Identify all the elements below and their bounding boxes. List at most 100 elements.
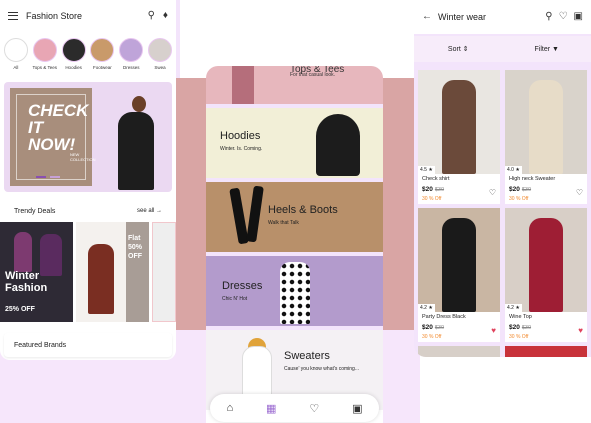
tops-model-image	[232, 66, 254, 104]
category-label: Tops & Tees	[32, 65, 57, 70]
banner-headline: CHECK IT NOW!	[28, 101, 89, 154]
filter-label: Filter	[534, 45, 551, 53]
deal-card-partial[interactable]	[152, 222, 176, 322]
product-model	[442, 80, 476, 174]
heart-filled-icon[interactable]: ♥	[491, 326, 496, 335]
menu-icon[interactable]	[8, 12, 18, 20]
price-old: $30	[434, 325, 445, 331]
banner-frame: CHECK IT NOW! NEW COLLECTION	[10, 88, 96, 186]
product-name: Party Dress Black	[422, 314, 466, 320]
list-title: Winter wear	[438, 12, 487, 22]
product-image: 4.2 ★	[418, 208, 500, 312]
carousel-dots[interactable]	[36, 176, 60, 178]
bag-icon[interactable]: ▣	[352, 402, 362, 415]
home-header: Fashion Store ⚲ ♦	[0, 0, 176, 32]
category-card-tops[interactable]: Tops & Tees For that casual look.	[206, 66, 383, 104]
trendy-deals-title: Trendy Deals	[14, 207, 56, 215]
bag-icon[interactable]: ▣	[574, 12, 583, 22]
deal-offer: 25% OFF	[5, 306, 35, 313]
rating-value: 4.5	[420, 167, 427, 173]
price-current: $20	[509, 186, 520, 193]
product-name: Check shirt	[422, 176, 450, 182]
categories-icon[interactable]: ▦	[266, 402, 276, 415]
featured-brands-header[interactable]: Featured Brands	[4, 333, 172, 357]
search-icon[interactable]: ⚲	[148, 11, 155, 21]
price-current: $20	[509, 324, 520, 331]
price-old: $30	[521, 187, 532, 193]
category-card-dresses[interactable]: Dresses Chic N' Hot	[206, 256, 383, 326]
deal-card-flat[interactable]: Flat 50% OFF	[76, 222, 149, 322]
bell-icon[interactable]: ♦	[163, 11, 168, 21]
category-item-hoodies[interactable]: Hoodies	[61, 38, 87, 70]
category-label: Hoodies	[65, 65, 82, 70]
rating-value: 4.0	[507, 167, 514, 173]
category-card-list: Tops & Tees For that casual look. Hoodie…	[206, 66, 383, 410]
deal-offer-line: OFF	[128, 253, 142, 260]
product-card[interactable]: 4.5 ★ Check shirt $20 $30 30 % Off ♡	[418, 70, 500, 204]
deal-offer-line: 50%	[128, 244, 143, 251]
carousel-dot-active[interactable]	[36, 176, 46, 178]
banner-model-image	[102, 90, 162, 190]
wishlist-icon[interactable]: ♡	[309, 402, 319, 415]
product-discount: 30 % Off	[422, 334, 442, 340]
category-hoodies-image	[61, 38, 86, 62]
price-old: $30	[434, 187, 445, 193]
category-card-subtitle: Winter. Is. Coming.	[220, 146, 263, 152]
heart-filled-icon[interactable]: ♥	[578, 326, 583, 335]
category-item-all[interactable]: All	[3, 38, 29, 70]
product-card[interactable]: 4.0 ★ High neck Sweater $20 $30 30 % Off …	[505, 70, 587, 204]
carousel-dot[interactable]	[50, 176, 60, 178]
product-card[interactable]: 4.2 ★ Wine Top $20 $30 30 % Off ♥	[505, 208, 587, 342]
product-name: Wine Top	[509, 314, 532, 320]
model-body	[118, 112, 154, 190]
deal-model-image	[14, 232, 32, 272]
phone-product-list-screen: ← Winter wear ⚲ ♡ ▣ Sort ⇕ Filter ▼ 4.5 …	[414, 0, 591, 357]
category-card-hoodies[interactable]: Hoodies Winter. Is. Coming.	[206, 108, 383, 178]
search-icon[interactable]: ⚲	[545, 12, 552, 22]
product-discount: 30 % Off	[509, 196, 529, 202]
deals-row: Winter Fashion 25% OFF Flat 50% OFF	[0, 222, 176, 324]
category-card-subtitle: Walk that Talk	[268, 220, 299, 226]
category-item-footwear[interactable]: Footwear	[89, 38, 115, 70]
category-label: Footwear	[93, 65, 112, 70]
category-item-tops[interactable]: Tops & Tees	[32, 38, 58, 70]
category-card-title: Heels & Boots	[268, 204, 338, 216]
product-price: $20 $30	[422, 186, 444, 193]
promo-banner[interactable]: CHECK IT NOW! NEW COLLECTION	[4, 82, 172, 192]
product-image: 4.0 ★	[505, 70, 587, 174]
price-current: $20	[422, 186, 433, 193]
heart-icon[interactable]: ♡	[576, 188, 583, 197]
product-card-partial[interactable]	[505, 346, 587, 357]
category-card-subtitle: Cause' you know what's coming...	[284, 366, 359, 372]
price-old: $30	[521, 325, 532, 331]
heart-icon[interactable]: ♡	[489, 188, 496, 197]
category-all-icon	[3, 38, 28, 62]
sort-button[interactable]: Sort ⇕	[414, 45, 503, 53]
product-row-peek	[418, 346, 587, 357]
phone-home-screen: Fashion Store ⚲ ♦ All Tops & Tees Hoodie…	[0, 0, 176, 360]
filter-button[interactable]: Filter ▼	[503, 46, 591, 53]
rating-badge: 4.2 ★	[418, 304, 435, 312]
category-card-heels[interactable]: Heels & Boots Walk that Talk	[206, 182, 383, 252]
product-card-partial[interactable]	[418, 346, 500, 357]
wishlist-icon[interactable]: ♡	[559, 12, 568, 22]
category-card-subtitle: Chic N' Hot	[222, 296, 248, 302]
rating-badge: 4.0 ★	[505, 166, 522, 174]
category-dresses-image	[119, 38, 144, 62]
rating-badge: 4.5 ★	[418, 166, 435, 174]
product-card[interactable]: 4.2 ★ Party Dress Black $20 $30 30 % Off …	[418, 208, 500, 342]
product-image: 4.2 ★	[505, 208, 587, 312]
featured-brands-title: Featured Brands	[14, 341, 67, 349]
category-item-sweaters[interactable]: Swea	[147, 38, 173, 70]
list-header: ← Winter wear ⚲ ♡ ▣	[414, 0, 591, 34]
deal-card-winter[interactable]: Winter Fashion 25% OFF	[0, 222, 73, 322]
bottom-nav: ⌂ ▦ ♡ ▣	[210, 394, 379, 422]
product-discount: 30 % Off	[422, 196, 442, 202]
deal-title-line: Winter	[5, 270, 40, 282]
home-icon[interactable]: ⌂	[226, 402, 233, 414]
trendy-deals-header: Trendy Deals see all →	[0, 200, 176, 222]
category-item-dresses[interactable]: Dresses	[118, 38, 144, 70]
see-all-link[interactable]: see all →	[137, 208, 162, 214]
back-arrow-icon[interactable]: ←	[422, 12, 432, 22]
category-card-title: Dresses	[222, 280, 263, 292]
